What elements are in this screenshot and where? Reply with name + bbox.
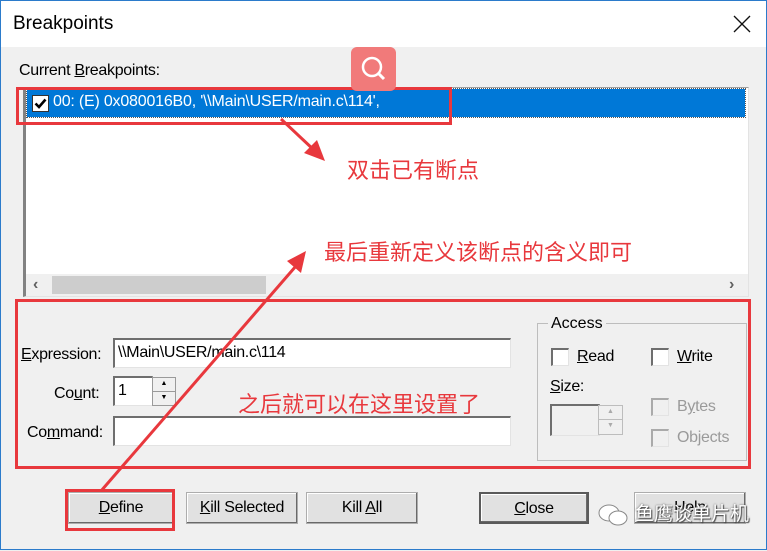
search-badge	[351, 47, 396, 91]
annotation-double-click: 双击已有断点	[347, 159, 480, 184]
arrow-define-to-redefine-note	[99, 251, 306, 492]
annotation-set-here: 之后就可以在这里设置了	[238, 393, 481, 418]
search-icon	[361, 56, 386, 81]
watermark-text: 鱼鹰谈单片机	[635, 503, 750, 525]
watermark: 鱼鹰谈单片机	[597, 499, 749, 528]
breakpoints-dialog: Breakpoints Current Breakpoints: 00: (E)…	[0, 0, 767, 550]
wechat-icon	[598, 504, 628, 525]
arrow-to-double-click-note	[279, 117, 325, 161]
annotation-redefine: 最后重新定义该断点的含义即可	[324, 241, 633, 266]
